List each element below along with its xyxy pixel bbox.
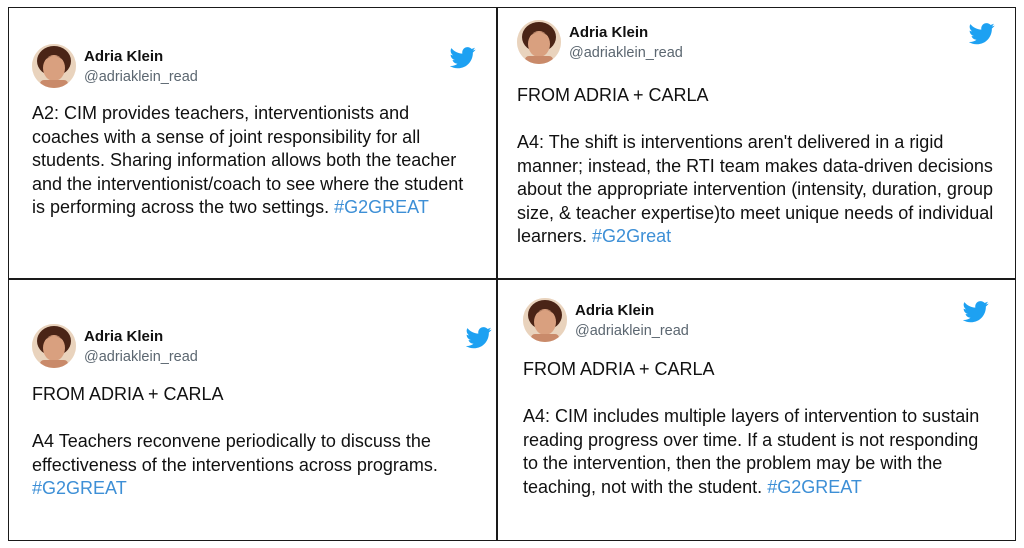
- tweet-header: Adria Klein @adriaklein_read: [32, 44, 480, 102]
- twitter-bird-icon[interactable]: [450, 47, 476, 69]
- avatar[interactable]: [32, 44, 76, 88]
- tweet-body: FROM ADRIA + CARLA A4: CIM includes mult…: [523, 358, 993, 499]
- tweet-card[interactable]: Adria Klein @adriaklein_read FROM ADRIA …: [32, 324, 492, 501]
- author-name[interactable]: Adria Klein: [84, 48, 198, 66]
- tweet-heading: FROM ADRIA + CARLA: [517, 85, 709, 105]
- tweet-body: FROM ADRIA + CARLA A4: The shift is inte…: [517, 84, 997, 249]
- author-handle[interactable]: @adriaklein_read: [84, 347, 198, 367]
- tweet-text: A2: CIM provides teachers, interventioni…: [32, 103, 464, 217]
- author-block: Adria Klein @adriaklein_read: [575, 302, 689, 341]
- tweet-heading: FROM ADRIA + CARLA: [32, 384, 224, 404]
- author-block: Adria Klein @adriaklein_read: [84, 48, 198, 87]
- tweet-heading: FROM ADRIA + CARLA: [523, 359, 715, 379]
- avatar[interactable]: [523, 298, 567, 342]
- horizontal-divider: [9, 278, 1015, 280]
- tweet-header: Adria Klein @adriaklein_read: [32, 324, 492, 383]
- tweet-body: A2: CIM provides teachers, interventioni…: [32, 102, 480, 220]
- author-name[interactable]: Adria Klein: [569, 24, 683, 42]
- author-name[interactable]: Adria Klein: [84, 328, 198, 346]
- tweet-text: A4 Teachers reconvene periodically to di…: [32, 431, 438, 498]
- hashtag-link[interactable]: #G2GREAT: [32, 478, 127, 498]
- tweet-header: Adria Klein @adriaklein_read: [523, 298, 993, 358]
- tweet-card[interactable]: Adria Klein @adriaklein_read A2: CIM pro…: [32, 44, 480, 220]
- vertical-divider: [496, 8, 498, 540]
- author-handle[interactable]: @adriaklein_read: [575, 321, 689, 341]
- hashtag-link[interactable]: #G2GREAT: [767, 477, 862, 497]
- avatar[interactable]: [32, 324, 76, 368]
- hashtag-link[interactable]: #G2Great: [592, 226, 671, 246]
- author-handle[interactable]: @adriaklein_read: [84, 67, 198, 87]
- author-block: Adria Klein @adriaklein_read: [84, 328, 198, 367]
- author-block: Adria Klein @adriaklein_read: [569, 24, 683, 63]
- author-name[interactable]: Adria Klein: [575, 302, 689, 320]
- tweet-body: FROM ADRIA + CARLA A4 Teachers reconvene…: [32, 383, 482, 501]
- avatar[interactable]: [517, 20, 561, 64]
- twitter-bird-icon[interactable]: [466, 327, 492, 349]
- twitter-bird-icon[interactable]: [963, 301, 989, 323]
- tweet-text: A4: The shift is interventions aren't de…: [517, 132, 994, 246]
- tweet-card[interactable]: Adria Klein @adriaklein_read FROM ADRIA …: [523, 298, 993, 499]
- author-handle[interactable]: @adriaklein_read: [569, 43, 683, 63]
- tweet-card[interactable]: Adria Klein @adriaklein_read FROM ADRIA …: [517, 20, 997, 249]
- tweet-text: A4: CIM includes multiple layers of inte…: [523, 406, 980, 497]
- tweet-header: Adria Klein @adriaklein_read: [517, 20, 997, 84]
- hashtag-link[interactable]: #G2GREAT: [334, 197, 429, 217]
- twitter-bird-icon[interactable]: [969, 23, 995, 45]
